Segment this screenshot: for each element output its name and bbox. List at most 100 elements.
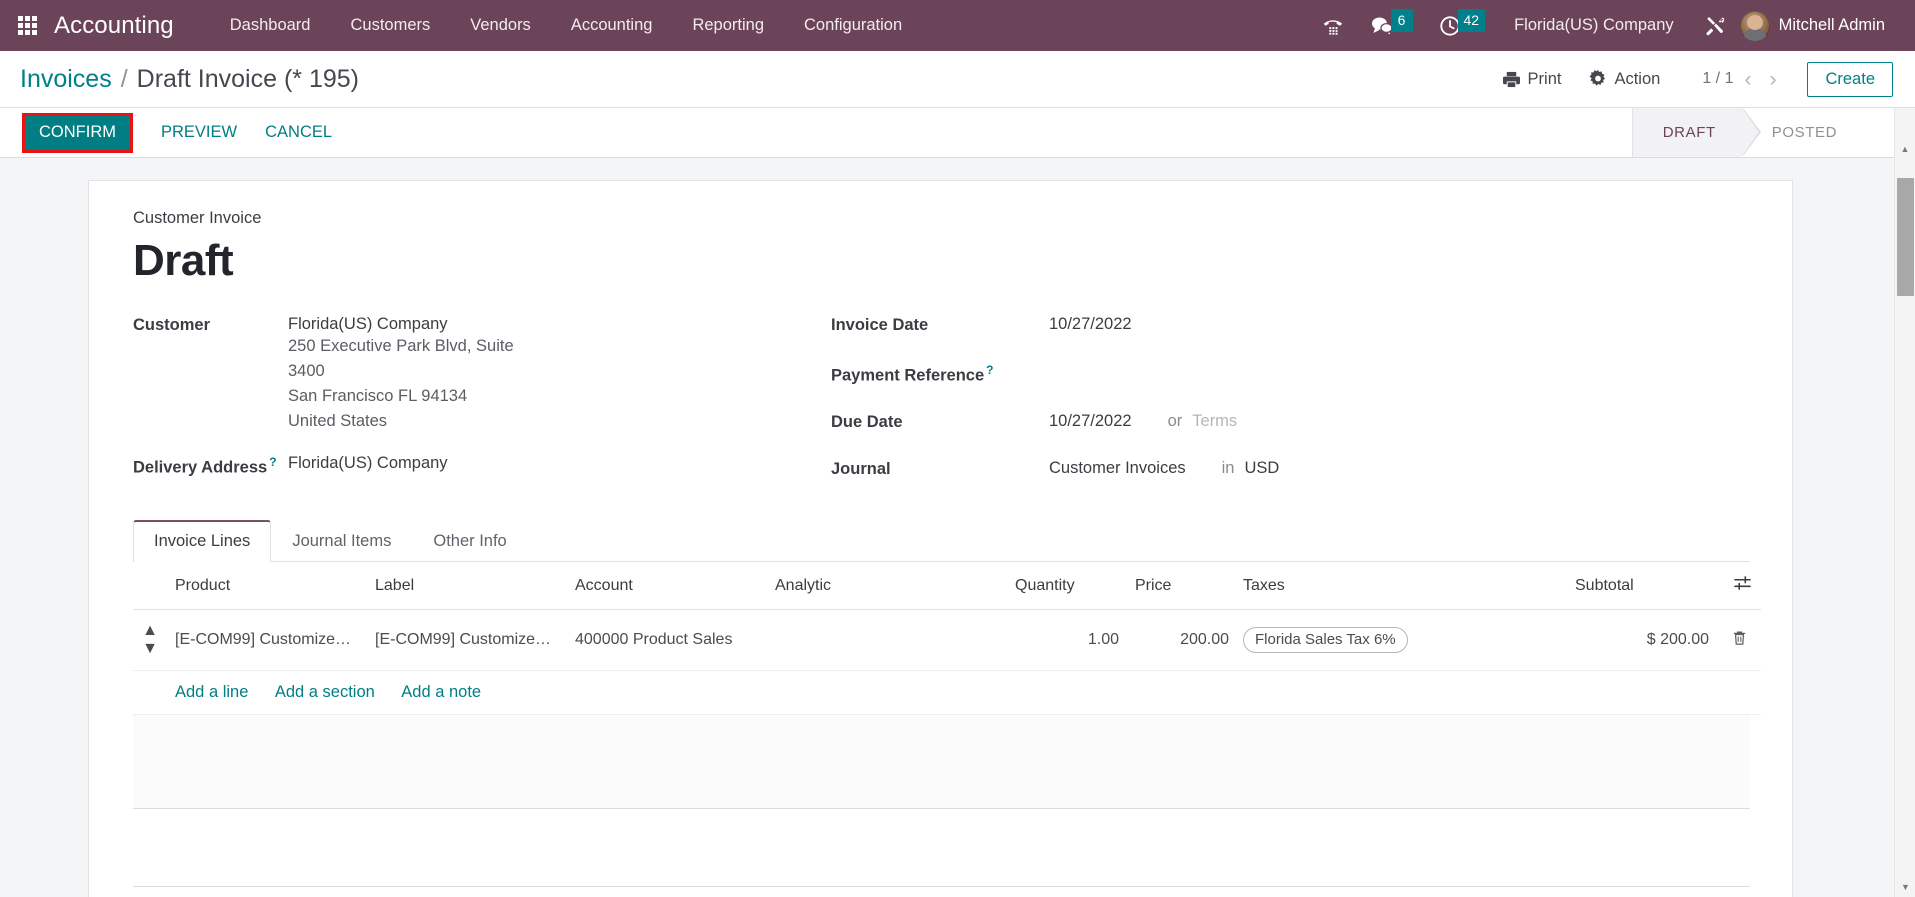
invoice-terms-band xyxy=(133,809,1750,888)
table-header-row: Product Label Account Analytic Quantity … xyxy=(133,562,1761,611)
cell-quantity[interactable]: 1.00 xyxy=(1007,609,1127,672)
payment-reference-help-icon[interactable]: ? xyxy=(986,363,993,377)
user-menu[interactable]: Mitchell Admin xyxy=(1779,16,1893,35)
address-line-1: 250 Executive Park Blvd, Suite 3400 xyxy=(288,336,514,380)
pager-next-button[interactable]: › xyxy=(1762,69,1783,90)
company-switcher[interactable]: Florida(US) Company xyxy=(1498,16,1690,35)
due-date-or-separator: or xyxy=(1167,412,1183,431)
apps-menu-button[interactable] xyxy=(0,0,54,51)
field-row-invoice-date: Invoice Date 10/27/2022 xyxy=(831,315,1750,335)
due-date-label: Due Date xyxy=(831,413,903,432)
cell-analytic[interactable] xyxy=(767,609,1007,672)
customer-value-group: Florida(US) Company 250 Executive Park B… xyxy=(288,315,550,434)
cell-label[interactable]: [E-COM99] Customized ... xyxy=(367,609,567,672)
scroll-up-arrow-icon[interactable]: ▲ xyxy=(1901,144,1910,158)
avatar[interactable] xyxy=(1739,10,1770,41)
form-left-column: Customer Florida(US) Company 250 Executi… xyxy=(133,315,823,489)
customer-field[interactable]: Florida(US) Company xyxy=(288,315,550,334)
menu-item-accounting[interactable]: Accounting xyxy=(551,0,673,51)
cancel-button[interactable]: CANCEL xyxy=(251,116,346,150)
status-badge: Florida Sales Tax 6% xyxy=(1243,627,1408,654)
add-a-line-button[interactable]: Add a line xyxy=(175,683,248,701)
invoice-lines-table: Product Label Account Analytic Quantity … xyxy=(133,562,1761,716)
status-step-draft[interactable]: DRAFT xyxy=(1632,108,1761,157)
menu-item-vendors[interactable]: Vendors xyxy=(450,0,551,51)
payment-terms-field[interactable]: Terms xyxy=(1192,412,1237,432)
th-price: Price xyxy=(1127,562,1237,611)
print-button[interactable]: Print xyxy=(1488,70,1576,89)
cell-product[interactable]: [E-COM99] Customized ... xyxy=(167,609,367,672)
journal-label: Journal xyxy=(831,460,891,479)
field-row-due-date: Due Date 10/27/2022 or Terms xyxy=(831,412,1750,432)
breadcrumb-item-invoices[interactable]: Invoices xyxy=(20,65,112,94)
address-line-3: United States xyxy=(288,411,388,430)
th-account: Account xyxy=(567,562,767,611)
journal-field[interactable]: Customer Invoices xyxy=(1049,459,1186,479)
cell-account[interactable]: 400000 Product Sales xyxy=(567,609,767,672)
messages-count-badge: 6 xyxy=(1390,9,1413,32)
voip-phone-button[interactable] xyxy=(1309,0,1357,51)
scrollbar-top-section[interactable]: ▲ xyxy=(1894,108,1915,158)
invoice-date-field[interactable]: 10/27/2022 xyxy=(1049,315,1132,335)
control-panel-actions: Print Action 1 / 1 ‹ › Create xyxy=(1488,61,1893,97)
create-button[interactable]: Create xyxy=(1807,61,1893,97)
th-product: Product xyxy=(167,562,367,611)
print-label: Print xyxy=(1527,69,1562,88)
menu-item-customers[interactable]: Customers xyxy=(330,0,450,51)
tab-other-info[interactable]: Other Info xyxy=(412,520,527,562)
table-row[interactable]: ▲ ▼ [E-COM99] Customized ... [E-COM99] Cu… xyxy=(133,609,1761,672)
app-brand-accounting[interactable]: Accounting xyxy=(54,12,174,40)
due-date-field[interactable]: 10/27/2022 xyxy=(1049,412,1132,432)
confirm-button[interactable]: CONFIRM xyxy=(25,115,130,150)
delivery-address-help-icon[interactable]: ? xyxy=(269,455,276,469)
confirm-button-highlight: CONFIRM xyxy=(22,112,133,153)
sliders-icon-svg xyxy=(1734,576,1751,591)
action-button[interactable]: Action xyxy=(1575,70,1674,89)
cell-taxes[interactable]: Florida Sales Tax 6% xyxy=(1237,609,1567,672)
sliders-icon[interactable] xyxy=(1734,576,1751,595)
currency-field[interactable]: USD xyxy=(1244,459,1279,479)
invoice-lines-header: Product Label Account Analytic Quantity … xyxy=(133,562,1761,611)
gear-icon xyxy=(1589,70,1606,86)
activities-button[interactable]: 42 xyxy=(1426,0,1499,51)
form-right-column: Invoice Date 10/27/2022 Payment Referenc… xyxy=(823,315,1750,489)
pager-previous-button[interactable]: ‹ xyxy=(1737,69,1758,90)
pager: 1 / 1 ‹ › xyxy=(1702,69,1783,90)
add-controls-row: Add a line Add a section Add a note xyxy=(133,670,1761,716)
field-row-delivery-address: Delivery Address? Florida(US) Company xyxy=(133,454,823,478)
activities-count-badge: 42 xyxy=(1457,9,1486,32)
scrollbar-thumb[interactable] xyxy=(1897,178,1914,296)
th-handle xyxy=(133,562,167,611)
delivery-address-label-text: Delivery Address xyxy=(133,458,268,477)
menu-item-configuration[interactable]: Configuration xyxy=(784,0,922,51)
vertical-scrollbar[interactable]: ▼ xyxy=(1894,158,1915,897)
developer-tools-button[interactable] xyxy=(1690,0,1740,51)
top-navbar: Accounting Dashboard Customers Vendors A… xyxy=(0,0,1915,51)
menu-item-dashboard[interactable]: Dashboard xyxy=(210,0,331,51)
field-row-payment-reference: Payment Reference? xyxy=(831,362,1750,386)
breadcrumb-item-current: Draft Invoice (* 195) xyxy=(136,64,359,93)
cell-price[interactable]: 200.00 xyxy=(1127,609,1237,672)
status-pipeline: DRAFT POSTED xyxy=(1631,108,1863,157)
add-a-note-button[interactable]: Add a note xyxy=(401,683,481,701)
tab-journal-items[interactable]: Journal Items xyxy=(271,520,412,562)
delete-line-button[interactable] xyxy=(1717,609,1761,672)
form-sheet-wrapper: Customer Invoice Draft Customer Florida(… xyxy=(0,158,1893,897)
messages-button[interactable]: 6 xyxy=(1357,0,1426,51)
journal-in-separator: in xyxy=(1221,459,1235,478)
breadcrumb-separator: / xyxy=(120,64,128,93)
delivery-address-field[interactable]: Florida(US) Company xyxy=(288,454,448,478)
drag-handle-icon[interactable]: ▲ ▼ xyxy=(133,609,167,672)
delivery-address-label: Delivery Address? xyxy=(133,454,288,478)
add-a-section-button[interactable]: Add a section xyxy=(275,683,375,701)
tab-invoice-lines[interactable]: Invoice Lines xyxy=(133,520,272,563)
th-optional-columns[interactable] xyxy=(1717,562,1761,611)
scroll-down-arrow-icon[interactable]: ▼ xyxy=(1895,877,1915,897)
payment-reference-label-text: Payment Reference xyxy=(831,366,985,385)
th-taxes: Taxes xyxy=(1237,562,1567,611)
cell-subtotal: $ 200.00 xyxy=(1567,609,1717,672)
preview-button[interactable]: PREVIEW xyxy=(147,116,251,150)
menu-item-reporting[interactable]: Reporting xyxy=(672,0,784,51)
invoice-date-label: Invoice Date xyxy=(831,315,929,334)
address-line-2: San Francisco FL 94134 xyxy=(288,386,468,405)
